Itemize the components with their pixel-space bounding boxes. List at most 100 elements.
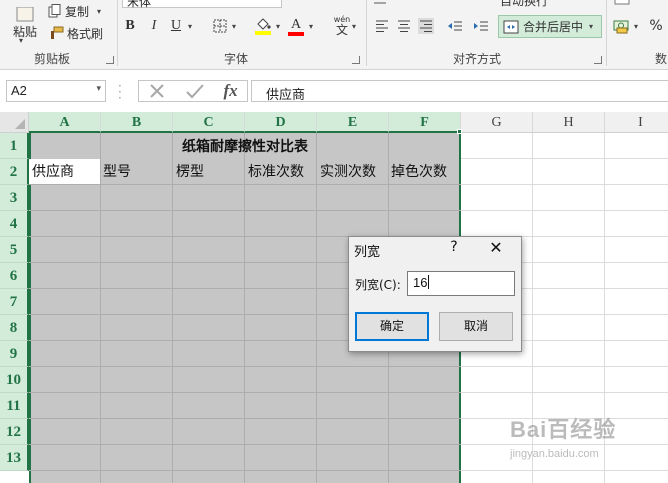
- column-header-h[interactable]: H: [533, 112, 605, 133]
- row-header-9[interactable]: 9: [0, 341, 29, 367]
- gridline: [244, 133, 245, 483]
- clipboard-icon: [16, 6, 34, 21]
- paste-dropdown-icon[interactable]: ▾: [19, 36, 23, 45]
- column-width-dialog: 列宽 ? ✕ 列宽(C): 16 确定 取消: [348, 236, 522, 352]
- gridline: [29, 210, 668, 211]
- row-header-7[interactable]: 7: [0, 289, 29, 315]
- accounting-format-button[interactable]: [612, 17, 632, 35]
- select-all-button[interactable]: [0, 112, 29, 133]
- merge-center-icon: [503, 20, 519, 33]
- number-format-icon: [614, 0, 630, 5]
- row-header-2[interactable]: 2: [0, 159, 29, 185]
- row-header-6[interactable]: 6: [0, 263, 29, 289]
- confirm-entry-icon[interactable]: [185, 82, 205, 100]
- header-cell-flute[interactable]: 楞型: [176, 159, 204, 185]
- percent-button[interactable]: %: [648, 17, 664, 35]
- column-header-e[interactable]: E: [317, 112, 389, 133]
- align-left-button[interactable]: [374, 18, 390, 34]
- wrap-text-button[interactable]: 自动换行: [500, 0, 548, 8]
- paste-button[interactable]: 粘贴: [8, 0, 42, 46]
- copy-icon: [48, 4, 61, 18]
- underline-button[interactable]: U: [168, 17, 184, 35]
- gridline: [29, 366, 668, 367]
- row-header-4[interactable]: 4: [0, 211, 29, 237]
- header-cell-supplier[interactable]: 供应商: [32, 159, 74, 185]
- name-box-value: A2: [11, 83, 27, 98]
- table-title-cell[interactable]: 纸箱耐摩擦性对比表: [30, 134, 460, 160]
- group-separator: [606, 0, 607, 66]
- decrease-indent-button[interactable]: [446, 18, 464, 34]
- copy-button[interactable]: 复制 ▾: [48, 3, 101, 19]
- cancel-button[interactable]: 取消: [439, 312, 513, 341]
- increase-indent-button[interactable]: [472, 18, 490, 34]
- phonetic-dropdown-icon[interactable]: ▾: [352, 22, 356, 31]
- paste-label: 粘贴: [12, 24, 37, 39]
- align-center-button[interactable]: [396, 18, 412, 34]
- italic-button[interactable]: I: [146, 17, 162, 35]
- column-width-input[interactable]: 16: [407, 271, 515, 296]
- close-icon[interactable]: ✕: [487, 239, 505, 257]
- watermark-url: jingyan.baidu.com: [510, 448, 599, 460]
- merge-center-button[interactable]: 合并后居中 ▾: [498, 15, 602, 38]
- row-header-10[interactable]: 10: [0, 367, 29, 393]
- row-header-1[interactable]: 1: [0, 133, 29, 159]
- gridline: [100, 133, 101, 483]
- name-box[interactable]: A2 ▾: [6, 80, 106, 102]
- wrap-text-label: 自动换行: [500, 0, 549, 8]
- bold-button[interactable]: B: [122, 17, 138, 35]
- header-cell-standard-count[interactable]: 标准次数: [248, 159, 304, 185]
- insert-function-button[interactable]: fx: [224, 81, 238, 101]
- merge-dropdown-icon[interactable]: ▾: [589, 22, 593, 31]
- name-box-dropdown-icon[interactable]: ▾: [96, 83, 101, 94]
- dialog-title: 列宽: [354, 245, 381, 260]
- ok-button[interactable]: 确定: [355, 312, 429, 341]
- column-header-a[interactable]: A: [29, 112, 101, 133]
- row-header-12[interactable]: 12: [0, 419, 29, 445]
- align-right-button[interactable]: [418, 18, 434, 34]
- clipboard-launcher-icon[interactable]: [106, 56, 114, 64]
- accounting-dropdown-icon[interactable]: ▾: [634, 22, 638, 31]
- header-cell-measured-count[interactable]: 实测次数: [320, 159, 376, 185]
- header-cell-model[interactable]: 型号: [103, 159, 131, 185]
- font-name-value: 宋体: [127, 0, 152, 9]
- formula-tools: fx: [138, 80, 248, 102]
- column-header-c[interactable]: C: [173, 112, 245, 133]
- format-painter-icon: [51, 26, 64, 39]
- watermark-brand: Bai百经验: [510, 417, 617, 442]
- font-launcher-icon[interactable]: [352, 56, 360, 64]
- align-top-button[interactable]: [372, 0, 388, 6]
- format-painter-button[interactable]: 格式刷: [48, 25, 103, 41]
- column-header-d[interactable]: D: [245, 112, 317, 133]
- border-button[interactable]: [212, 18, 228, 34]
- row-header-8[interactable]: 8: [0, 315, 29, 341]
- phonetic-button[interactable]: wén 文: [330, 14, 354, 38]
- row-header-13[interactable]: 13: [0, 445, 29, 471]
- column-header-i[interactable]: I: [605, 112, 668, 133]
- column-header-f[interactable]: F: [389, 112, 461, 133]
- row-header-5[interactable]: 5: [0, 237, 29, 263]
- text-cursor: [428, 275, 430, 289]
- align-left-icon: [376, 20, 388, 32]
- number-format-button[interactable]: [612, 0, 632, 6]
- column-header-g[interactable]: G: [461, 112, 533, 133]
- currency-icon: [613, 20, 629, 34]
- header-cell-fade-count[interactable]: 掉色次数: [391, 159, 447, 185]
- font-color-button[interactable]: A: [287, 15, 305, 37]
- formula-input[interactable]: 供应商: [251, 80, 668, 103]
- fill-color-dropdown-icon[interactable]: ▾: [276, 22, 280, 31]
- help-button[interactable]: ?: [447, 239, 461, 257]
- fill-color-bar: [255, 30, 271, 35]
- column-header-b[interactable]: B: [101, 112, 173, 133]
- formula-bar: A2 ▾ · · · fx 供应商: [0, 76, 668, 106]
- alignment-launcher-icon[interactable]: [594, 56, 602, 64]
- fill-handle[interactable]: [457, 129, 462, 134]
- fill-color-button[interactable]: [254, 15, 272, 37]
- underline-dropdown-icon[interactable]: ▾: [188, 22, 192, 31]
- font-color-dropdown-icon[interactable]: ▾: [309, 22, 313, 31]
- font-name-box[interactable]: 宋体: [122, 0, 282, 9]
- border-dropdown-icon[interactable]: ▾: [232, 22, 236, 31]
- row-header-11[interactable]: 11: [0, 393, 29, 419]
- cancel-entry-icon[interactable]: [148, 82, 166, 100]
- row-header-3[interactable]: 3: [0, 185, 29, 211]
- copy-dropdown-icon[interactable]: ▾: [97, 7, 101, 16]
